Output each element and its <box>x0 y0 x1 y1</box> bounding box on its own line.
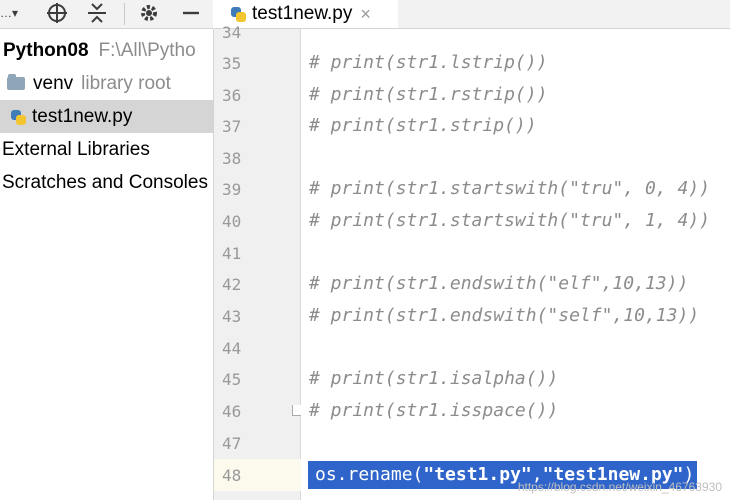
code-line: # print(str1.rstrip()) <box>309 84 548 105</box>
tree-item-venv[interactable]: venv library root <box>0 67 213 100</box>
line-number: 34 <box>222 23 242 42</box>
minimize-icon[interactable] <box>180 2 202 24</box>
code-line: # print(str1.lstrip()) <box>309 52 548 73</box>
tree-item-test1new[interactable]: test1new.py <box>0 100 213 133</box>
code-line: # print(str1.startswith("tru", 0, 4)) <box>309 178 710 199</box>
project-tree: Python08 F:\All\Pytho venv library root … <box>0 29 214 500</box>
toolbar-divider <box>124 3 125 25</box>
code-editor[interactable]: # print(str1.lstrip()) # print(str1.rstr… <box>301 29 730 500</box>
line-number: 35 <box>222 54 242 73</box>
editor-tab-bar: test1new.py × <box>214 0 730 29</box>
close-icon[interactable]: × <box>360 4 371 25</box>
line-number: 46 <box>222 402 242 421</box>
line-number: 37 <box>222 117 242 136</box>
locate-icon[interactable] <box>46 2 68 24</box>
line-number-current: 48 <box>222 466 242 485</box>
watermark: https://blog.csdn.net/weixin_46763930 <box>517 480 722 494</box>
python-file-icon <box>10 109 26 125</box>
library-root-hint: library root <box>81 72 171 94</box>
line-number-gutter[interactable]: 34 35 36 37 38 39 40 41 42 43 44 45 46 4… <box>214 23 302 500</box>
tree-item-external-libraries[interactable]: External Libraries <box>2 133 213 166</box>
line-number: 41 <box>222 244 242 263</box>
tree-item-label: External Libraries <box>2 138 150 160</box>
project-name: Python08 <box>3 39 89 61</box>
line-number: 44 <box>222 339 242 358</box>
tree-item-root[interactable]: Python08 F:\All\Pytho <box>3 34 213 67</box>
view-dropdown[interactable]: …▾ <box>0 2 18 24</box>
tree-item-label: venv <box>33 72 74 94</box>
line-number: 38 <box>222 149 242 168</box>
folder-icon <box>7 74 25 90</box>
code-line: # print(str1.isspace()) <box>309 400 559 421</box>
line-number: 36 <box>222 86 242 105</box>
code-line: # print(str1.endswith("self",10,13)) <box>309 305 700 326</box>
tree-item-label: test1new.py <box>32 105 133 127</box>
tree-item-label: Scratches and Consoles <box>2 171 208 193</box>
code-line: # print(str1.endswith("elf",10,13)) <box>309 273 689 294</box>
tree-item-scratches[interactable]: Scratches and Consoles <box>2 166 213 199</box>
python-file-icon <box>230 6 246 22</box>
gear-icon[interactable] <box>138 2 160 24</box>
code-line: # print(str1.startswith("tru", 1, 4)) <box>309 210 710 231</box>
dropdown-label: …▾ <box>0 6 19 20</box>
line-number: 42 <box>222 275 242 294</box>
string-literal: "test1.py" <box>423 464 532 485</box>
tab-title: test1new.py <box>252 3 353 24</box>
line-number: 43 <box>222 307 242 326</box>
code-line: # print(str1.isalpha()) <box>309 368 559 389</box>
code-token: os.rename( <box>315 464 424 485</box>
line-number: 39 <box>222 180 242 199</box>
line-number: 40 <box>222 212 242 231</box>
line-number: 45 <box>222 370 242 389</box>
project-path: F:\All\Pytho <box>98 39 196 61</box>
project-toolbar: …▾ <box>0 0 213 29</box>
code-line: # print(str1.strip()) <box>309 115 537 136</box>
collapse-all-icon[interactable] <box>86 2 108 24</box>
line-number: 47 <box>222 434 242 453</box>
